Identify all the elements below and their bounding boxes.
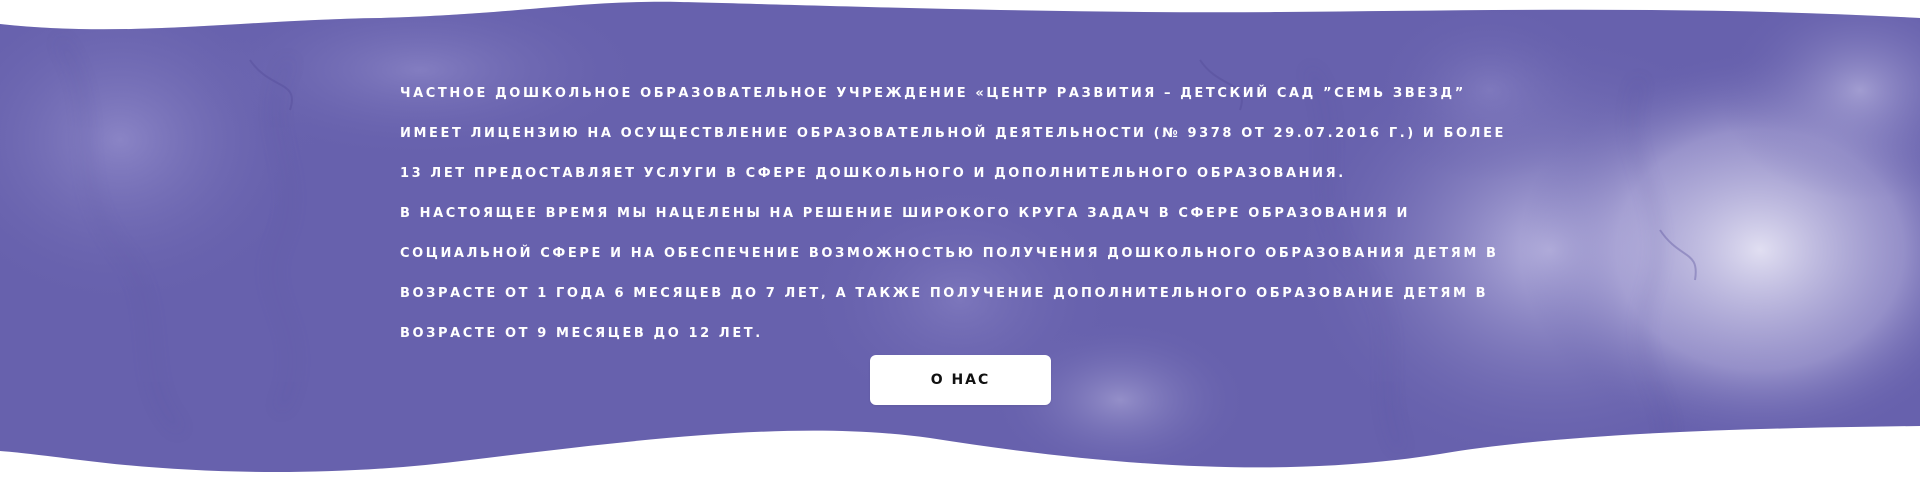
about-banner: ЧАСТНОЕ ДОШКОЛЬНОЕ ОБРАЗОВАТЕЛЬНОЕ УЧРЕЖ… [0,0,1920,480]
about-us-button[interactable]: О НАС [870,355,1051,405]
about-paragraph-1: ЧАСТНОЕ ДОШКОЛЬНОЕ ОБРАЗОВАТЕЛЬНОЕ УЧРЕЖ… [400,86,1507,181]
about-paragraph-2: В НАСТОЯЩЕЕ ВРЕМЯ МЫ НАЦЕЛЕНЫ НА РЕШЕНИЕ… [400,206,1499,341]
about-text-block: ЧАСТНОЕ ДОШКОЛЬНОЕ ОБРАЗОВАТЕЛЬНОЕ УЧРЕЖ… [400,74,1520,354]
